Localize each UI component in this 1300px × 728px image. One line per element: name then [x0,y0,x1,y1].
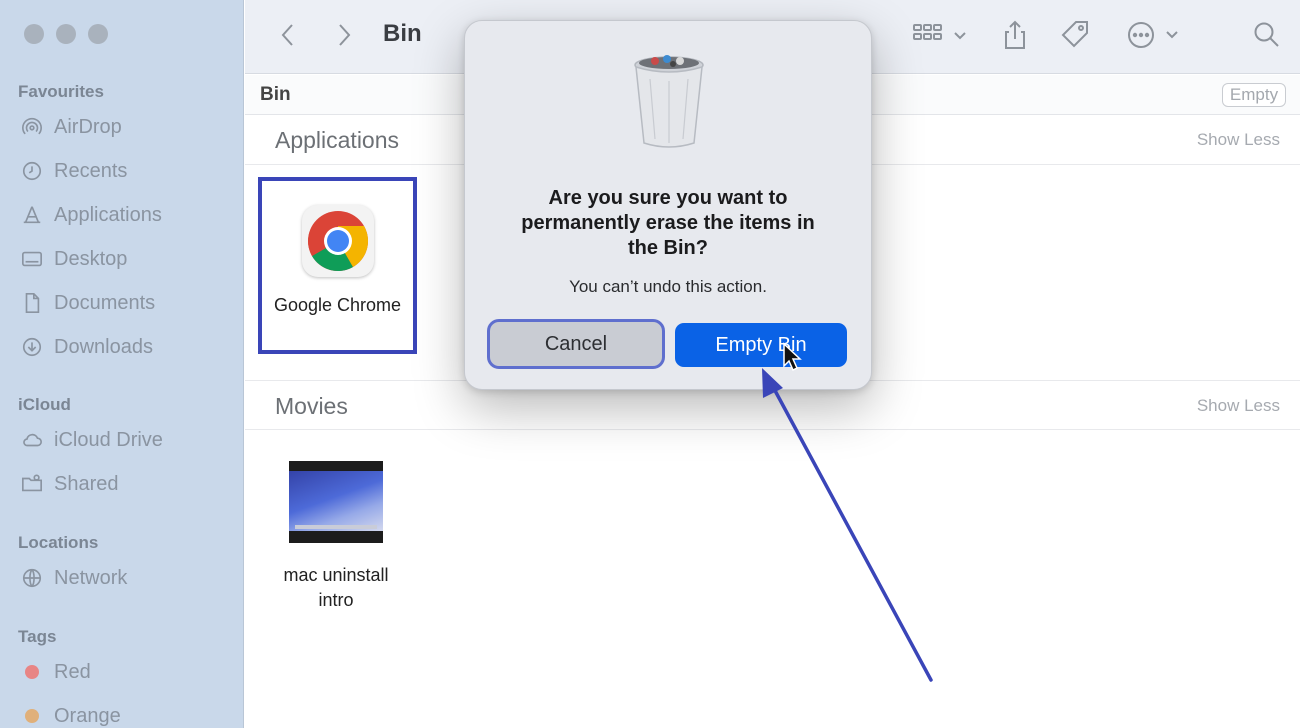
sidebar-item-label: Network [54,566,128,589]
sidebar-item-airdrop[interactable]: AirDrop [20,113,122,141]
sidebar-item-desktop[interactable]: Desktop [20,245,127,273]
file-label-line1: mac uninstall [283,565,389,585]
group-title: Applications [275,127,400,153]
globe-icon [20,566,44,590]
empty-bin-dialog: Are you sure you want to permanently era… [464,20,872,390]
tag-icon[interactable] [1058,18,1092,52]
forward-icon[interactable] [331,18,357,52]
window-title: Bin [383,20,422,47]
more-icon[interactable] [1125,18,1185,52]
sidebar-item-label: Recents [54,159,128,182]
sidebar-item-label: Red [54,660,91,683]
close-window-button[interactable] [24,24,44,44]
cancel-button[interactable]: Cancel [487,319,665,369]
locations-heading: Locations [18,533,99,552]
trash-bin-icon [625,51,713,151]
tag-orange-dot [20,704,44,728]
sidebar-item-label: AirDrop [54,115,122,138]
sidebar-item-label: Downloads [54,335,153,358]
clock-icon [20,159,44,183]
search-icon[interactable] [1251,18,1283,52]
download-icon [20,335,44,359]
back-icon[interactable] [275,18,301,52]
file-label-line2: intro [318,590,354,610]
show-less-link[interactable]: Show Less [1197,396,1280,416]
empty-button[interactable]: Empty [1222,83,1286,107]
share-icon[interactable] [1000,18,1030,52]
icloud-heading: iCloud [18,395,71,414]
video-thumbnail [289,461,383,543]
tag-red-dot [20,660,44,684]
group-title: Movies [275,393,348,419]
dialog-title-line2: permanently erase the items in [521,212,815,234]
sidebar-item-label: Shared [54,472,119,495]
highlight-box [258,177,417,354]
sidebar-item-shared[interactable]: Shared [20,470,119,498]
window-controls [24,24,108,44]
sidebar-item-applications[interactable]: Applications [20,201,162,229]
sidebar-item-label: Orange [54,704,121,727]
document-icon [20,291,44,315]
favourites-heading: Favourites [18,82,104,101]
sidebar-item-label: Desktop [54,247,128,270]
sidebar-item-label: Documents [54,291,156,314]
dialog-title: Are you sure you want to permanently era… [485,186,851,261]
breadcrumb[interactable]: Bin [260,84,291,106]
dialog-message: You can’t undo this action. [569,277,767,296]
dialog-title-line3: the Bin? [628,237,708,259]
sidebar-item-label: iCloud Drive [54,428,163,451]
sidebar-item-network[interactable]: Network [20,564,127,592]
desktop-icon [20,247,44,271]
sidebar-item-tag-red[interactable]: Red [20,658,91,686]
cloud-icon [20,428,44,452]
shared-folder-icon [20,472,44,496]
sidebar-item-label: Applications [54,203,162,226]
dialog-title-line1: Are you sure you want to [548,187,788,209]
sidebar-item-tag-orange[interactable]: Orange [20,702,121,728]
sidebar-item-documents[interactable]: Documents [20,289,155,317]
sidebar-item-downloads[interactable]: Downloads [20,333,153,361]
airdrop-icon [20,115,44,139]
empty-bin-button[interactable]: Empty Bin [675,323,847,367]
sidebar: Favourites AirDrop Recents Applications … [0,0,244,728]
tags-heading: Tags [18,627,57,646]
applications-icon [20,203,44,227]
show-less-link[interactable]: Show Less [1197,130,1280,150]
minimize-window-button[interactable] [56,24,76,44]
cursor-pointer-icon [783,342,802,372]
sidebar-item-recents[interactable]: Recents [20,157,127,185]
file-item-movie[interactable]: mac uninstall intro [268,461,404,613]
zoom-window-button[interactable] [88,24,108,44]
sidebar-item-icloud-drive[interactable]: iCloud Drive [20,426,163,454]
view-grid-icon[interactable] [911,18,971,52]
